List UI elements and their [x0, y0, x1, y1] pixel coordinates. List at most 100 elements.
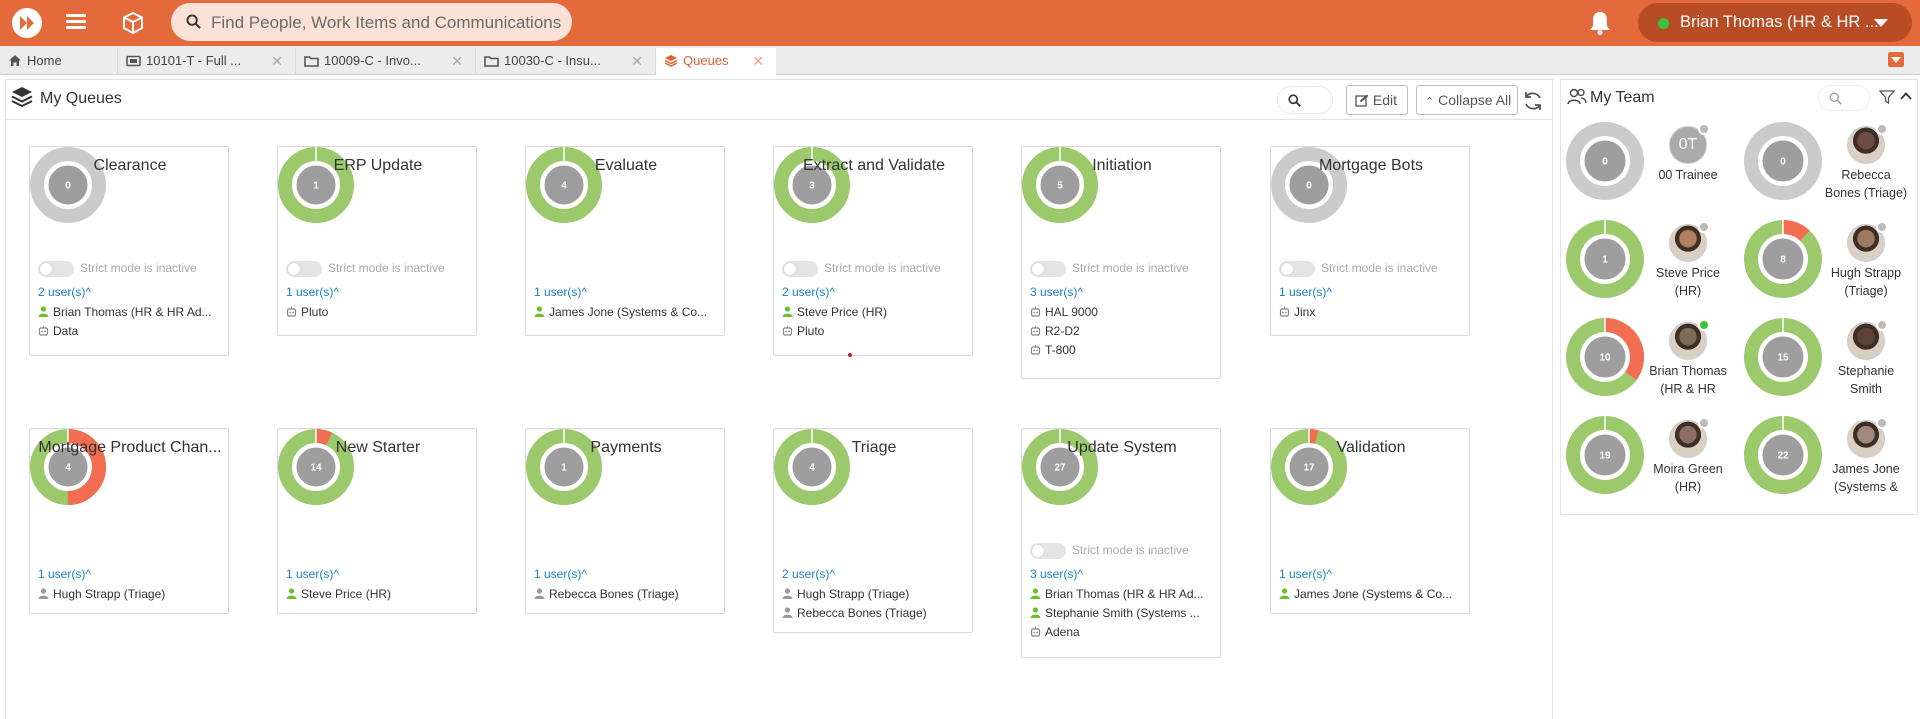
queue-member: R2-D2: [1030, 323, 1218, 342]
presence-status-icon: [1876, 417, 1888, 429]
users-toggle-link[interactable]: 1 user(s)^: [534, 567, 587, 581]
queue-card[interactable]: Clearance 0 Strict mode is inactive 2 user(…: [29, 146, 229, 356]
member-name-line: Stephanie: [1837, 364, 1895, 378]
queue-card[interactable]: Mortgage Bots 0 Strict mode is inactive 1 u…: [1270, 146, 1470, 336]
member-name: Hugh Strapp (Triage): [797, 586, 910, 601]
member-name-line: Smith: [1850, 382, 1882, 396]
collapse-all-button[interactable]: ⌃ Collapse All: [1416, 85, 1518, 115]
strict-mode-label: Strict mode is inactive: [1072, 543, 1189, 558]
chevron-down-icon: [1874, 19, 1888, 27]
member-name: HAL 9000: [1045, 304, 1098, 319]
tab-ticket[interactable]: 10101-T - Full ... ✕: [118, 48, 296, 75]
tab-case-invoice[interactable]: 10009-C - Invo... ✕: [296, 48, 476, 75]
close-icon[interactable]: ✕: [271, 53, 283, 70]
notifications-bell-icon[interactable]: [1588, 10, 1612, 36]
strict-mode-toggle[interactable]: Strict mode is inactive: [286, 261, 474, 277]
strict-mode-toggle[interactable]: Strict mode is inactive: [38, 261, 226, 277]
tab-home[interactable]: Home: [0, 48, 118, 75]
queue-card[interactable]: Evaluate 4 1 user(s)^ James Jone (Systems &…: [525, 146, 725, 336]
toggle-switch[interactable]: [1030, 543, 1066, 559]
presence-status-icon: [1698, 221, 1710, 233]
member-name: Hugh Strapp (Triage): [1818, 264, 1914, 300]
member-name: Pluto: [797, 323, 825, 338]
team-icon: [1567, 88, 1587, 105]
app-logo-icon[interactable]: [12, 8, 42, 38]
tab-case-insurance[interactable]: 10030-C - Insu... ✕: [476, 48, 656, 75]
user-menu-button[interactable]: Brian Thomas (HR & HR ...: [1638, 3, 1912, 42]
edit-button[interactable]: Edit: [1346, 85, 1408, 115]
menu-icon[interactable]: [66, 11, 86, 33]
users-toggle-link[interactable]: 1 user(s)^: [1279, 567, 1332, 581]
member-name: R2-D2: [1045, 323, 1080, 338]
queue-card[interactable]: New Starter 14 1 user(s)^ Steve Price (HR): [277, 428, 477, 614]
person-icon: [534, 306, 545, 318]
collapse-label: Collapse All: [1438, 92, 1512, 108]
donut-count: 0: [1780, 157, 1786, 168]
queue-member: Hugh Strapp (Triage): [782, 586, 970, 605]
global-search-input[interactable]: Find People, Work Items and Communicatio…: [171, 3, 572, 41]
member-name: Hugh Strapp (Triage): [53, 586, 166, 601]
chevron-up-icon: ^: [1326, 567, 1332, 581]
queue-name: Payments: [590, 439, 662, 456]
users-count: 1 user(s): [286, 285, 334, 299]
toggle-switch[interactable]: [782, 261, 818, 277]
strict-mode-toggle[interactable]: Strict mode is inactive: [782, 261, 970, 277]
queue-member: HAL 9000: [1030, 304, 1218, 323]
member-name: Moira Green (HR): [1640, 460, 1736, 496]
queue-member-list: Steve Price (HR): [286, 586, 474, 605]
tab-queues[interactable]: Queues ✕: [656, 48, 776, 75]
donut-count: 19: [1599, 451, 1611, 462]
queue-card[interactable]: Triage 4 2 user(s)^ Hugh Strapp (Triage) Reb…: [773, 428, 973, 633]
member-name: Stephanie Smith: [1818, 362, 1914, 398]
top-bar: Find People, Work Items and Communicatio…: [0, 0, 1920, 46]
toggle-switch[interactable]: [38, 261, 74, 277]
member-name: Rebecca Bones (Triage): [1818, 166, 1914, 202]
users-toggle-link[interactable]: 2 user(s)^: [782, 567, 835, 581]
users-toggle-link[interactable]: 1 user(s)^: [286, 567, 339, 581]
refresh-icon[interactable]: [1522, 90, 1544, 112]
chevron-up-icon: ^: [333, 285, 339, 299]
queue-card[interactable]: Payments 1 1 user(s)^ Rebecca Bones (Triage…: [525, 428, 725, 614]
toggle-switch[interactable]: [1030, 261, 1066, 277]
queue-search-input[interactable]: [1277, 86, 1333, 114]
users-toggle-link[interactable]: 1 user(s)^: [286, 285, 339, 299]
toggle-switch[interactable]: [1279, 261, 1315, 277]
filter-icon[interactable]: [1879, 89, 1895, 105]
queue-member-list: Rebecca Bones (Triage): [534, 586, 722, 605]
edit-icon: [1355, 94, 1369, 107]
queue-member: James Jone (Systems & Co...: [534, 304, 722, 323]
member-name: Brian Thomas (HR & HR Ad...: [53, 304, 212, 319]
queue-card[interactable]: Update System 27 Strict mode is inactive 3 …: [1021, 428, 1221, 658]
chevron-up-icon: ^: [1077, 285, 1083, 299]
close-icon[interactable]: ✕: [631, 53, 643, 70]
tab-label: Home: [27, 53, 62, 68]
queue-card[interactable]: Extract and Validate 3 Strict mode is inac…: [773, 146, 973, 356]
strict-mode-toggle[interactable]: Strict mode is inactive: [1279, 261, 1467, 277]
queue-card[interactable]: ERP Update 1 Strict mode is inactive 1 user…: [277, 146, 477, 336]
member-name: Brian Thomas (HR & HR Ad...: [1045, 586, 1204, 601]
users-toggle-link[interactable]: 1 user(s)^: [38, 567, 91, 581]
users-toggle-link[interactable]: 2 user(s)^: [782, 285, 835, 299]
toggle-switch[interactable]: [286, 261, 322, 277]
chevron-up-icon[interactable]: [1898, 88, 1914, 104]
users-toggle-link[interactable]: 3 user(s)^: [1030, 567, 1083, 581]
close-icon[interactable]: ✕: [451, 53, 463, 70]
queue-card[interactable]: Initiation 5 Strict mode is inactive 3 user…: [1021, 146, 1221, 379]
users-toggle-link[interactable]: 1 user(s)^: [1279, 285, 1332, 299]
member-name: Stephanie Smith (Systems ...: [1045, 605, 1200, 620]
strict-mode-toggle[interactable]: Strict mode is inactive: [1030, 543, 1218, 559]
strict-mode-toggle[interactable]: Strict mode is inactive: [1030, 261, 1218, 277]
team-search-input[interactable]: [1818, 85, 1870, 111]
donut-count: 3: [809, 181, 815, 192]
cube-icon[interactable]: [120, 10, 146, 36]
queue-card[interactable]: Mortgage Product Chan... 4 1 user(s)^ Hugh …: [29, 428, 229, 614]
close-icon[interactable]: ✕: [752, 53, 764, 70]
chevron-up-icon: ^: [581, 567, 587, 581]
users-toggle-link[interactable]: 1 user(s)^: [534, 285, 587, 299]
search-icon: [1829, 92, 1842, 105]
queue-member: Steve Price (HR): [782, 304, 970, 323]
tab-overflow-menu-button[interactable]: [1888, 52, 1904, 67]
users-toggle-link[interactable]: 3 user(s)^: [1030, 285, 1083, 299]
users-toggle-link[interactable]: 2 user(s)^: [38, 285, 91, 299]
queue-card[interactable]: Validation 17 1 user(s)^ James Jone (System…: [1270, 428, 1470, 614]
